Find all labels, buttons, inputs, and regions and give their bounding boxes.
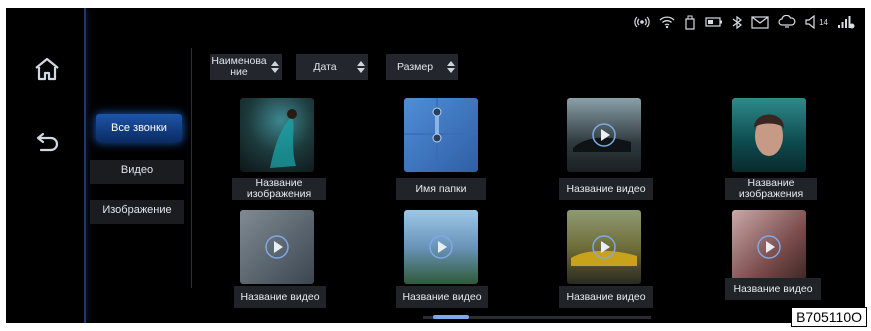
- home-button[interactable]: [32, 56, 62, 86]
- wifi-icon: [659, 14, 675, 30]
- media-caption: Название изображения: [232, 178, 326, 200]
- sort-arrows-icon: [447, 60, 455, 74]
- media-tile-folder[interactable]: [404, 98, 478, 172]
- hotspot-icon: [634, 14, 650, 30]
- media-tile-video[interactable]: [240, 210, 314, 284]
- sort-arrows-icon: [271, 60, 279, 74]
- sort-by-size[interactable]: Размер: [386, 54, 458, 80]
- media-tile-video[interactable]: [567, 98, 641, 172]
- left-nav-bar: [6, 8, 86, 323]
- media-tile-image[interactable]: [732, 98, 806, 172]
- cloud-icon: [778, 14, 796, 30]
- sort-by-name[interactable]: Наименова ние: [210, 54, 282, 80]
- bluetooth-icon: [732, 14, 743, 30]
- media-tile-video[interactable]: [732, 210, 806, 284]
- play-icon: [757, 235, 781, 259]
- media-tile-video[interactable]: [567, 210, 641, 284]
- sort-by-date[interactable]: Дата: [296, 54, 368, 80]
- back-button[interactable]: [32, 130, 62, 160]
- signal-icon: [837, 14, 855, 30]
- media-tile-image[interactable]: [240, 98, 314, 172]
- media-caption: Название видео: [725, 278, 821, 300]
- sort-date-label: Дата: [313, 60, 337, 73]
- category-image[interactable]: Изображение: [90, 200, 184, 224]
- panel-divider: [191, 48, 192, 288]
- volume-level: 14: [819, 17, 828, 27]
- category-video[interactable]: Видео: [90, 160, 184, 184]
- sort-name-label: Наименова ние: [211, 55, 267, 78]
- sort-size-label: Размер: [396, 60, 434, 73]
- media-caption: Имя папки: [396, 178, 486, 200]
- sort-arrows-icon: [357, 60, 365, 74]
- media-caption: Название видео: [559, 286, 653, 308]
- category-all-calls[interactable]: Все звонки: [96, 114, 182, 142]
- status-bar: 14: [634, 14, 855, 30]
- media-caption: Название видео: [396, 286, 488, 308]
- play-icon: [429, 235, 453, 259]
- usb-icon: [684, 14, 696, 30]
- play-icon: [592, 123, 616, 147]
- battery-icon: [705, 14, 723, 30]
- volume-icon: 14: [805, 14, 828, 30]
- home-icon: [33, 56, 61, 87]
- media-caption: Название видео: [559, 178, 653, 200]
- back-icon: [33, 130, 61, 161]
- media-screen: 14 Все звонки Видео Изображение Наименов…: [6, 8, 865, 323]
- media-tile-video[interactable]: [404, 210, 478, 284]
- play-icon: [592, 235, 616, 259]
- scroll-thumb[interactable]: [433, 315, 469, 319]
- figure-code: B705110O: [791, 307, 867, 327]
- media-caption: Название видео: [234, 286, 326, 308]
- media-caption: Название изображения: [725, 178, 817, 200]
- message-icon: [751, 14, 769, 30]
- play-icon: [265, 235, 289, 259]
